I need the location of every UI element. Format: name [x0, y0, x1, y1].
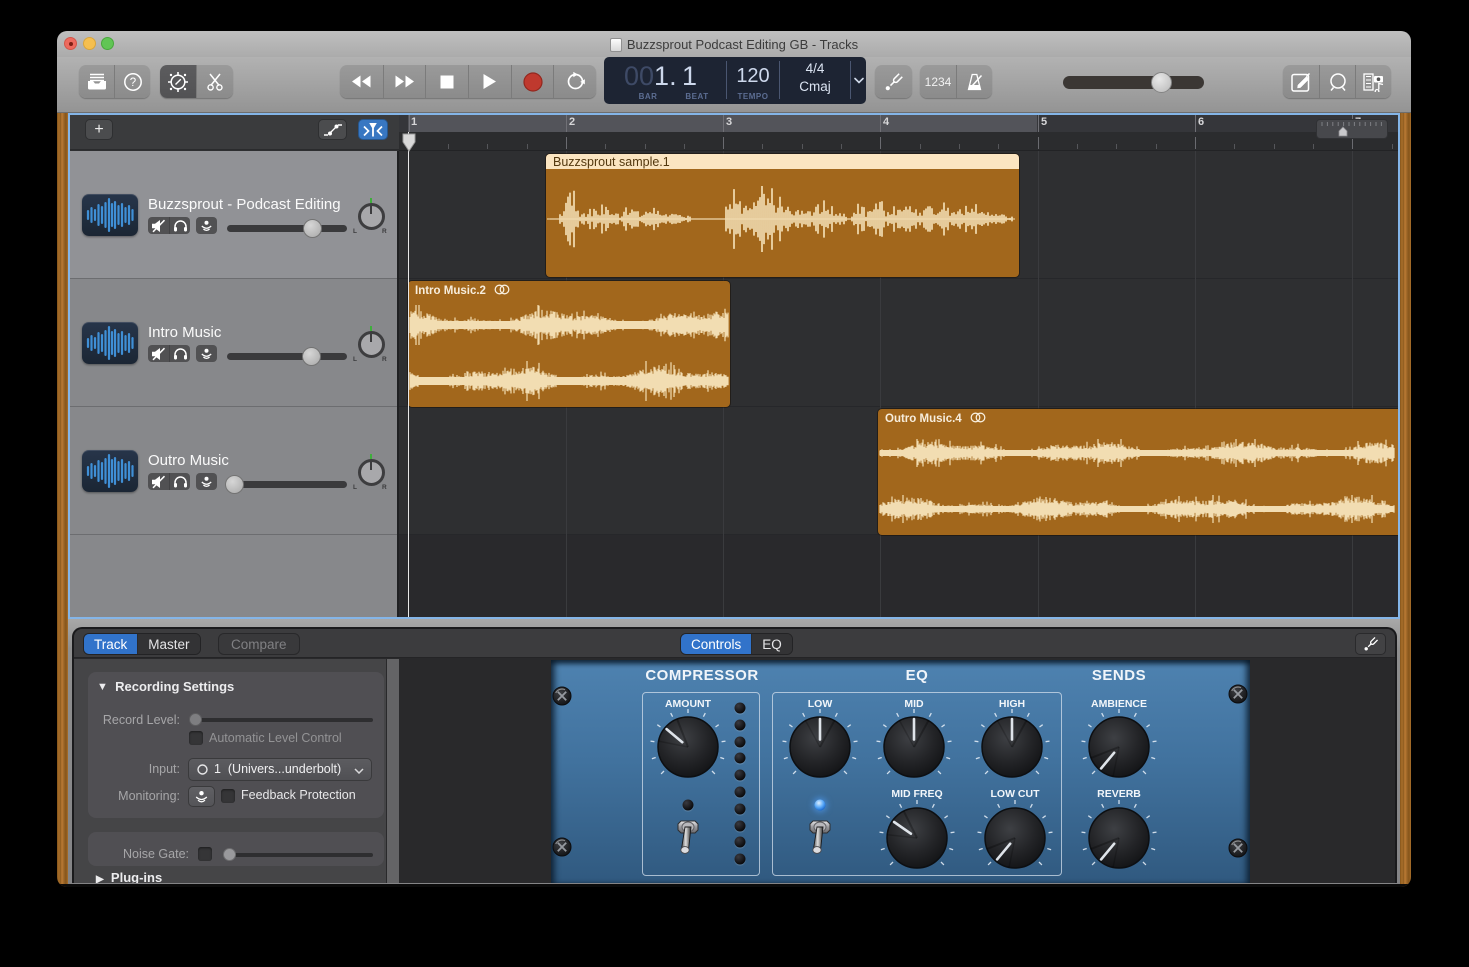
svg-text:?: ?: [129, 77, 135, 89]
